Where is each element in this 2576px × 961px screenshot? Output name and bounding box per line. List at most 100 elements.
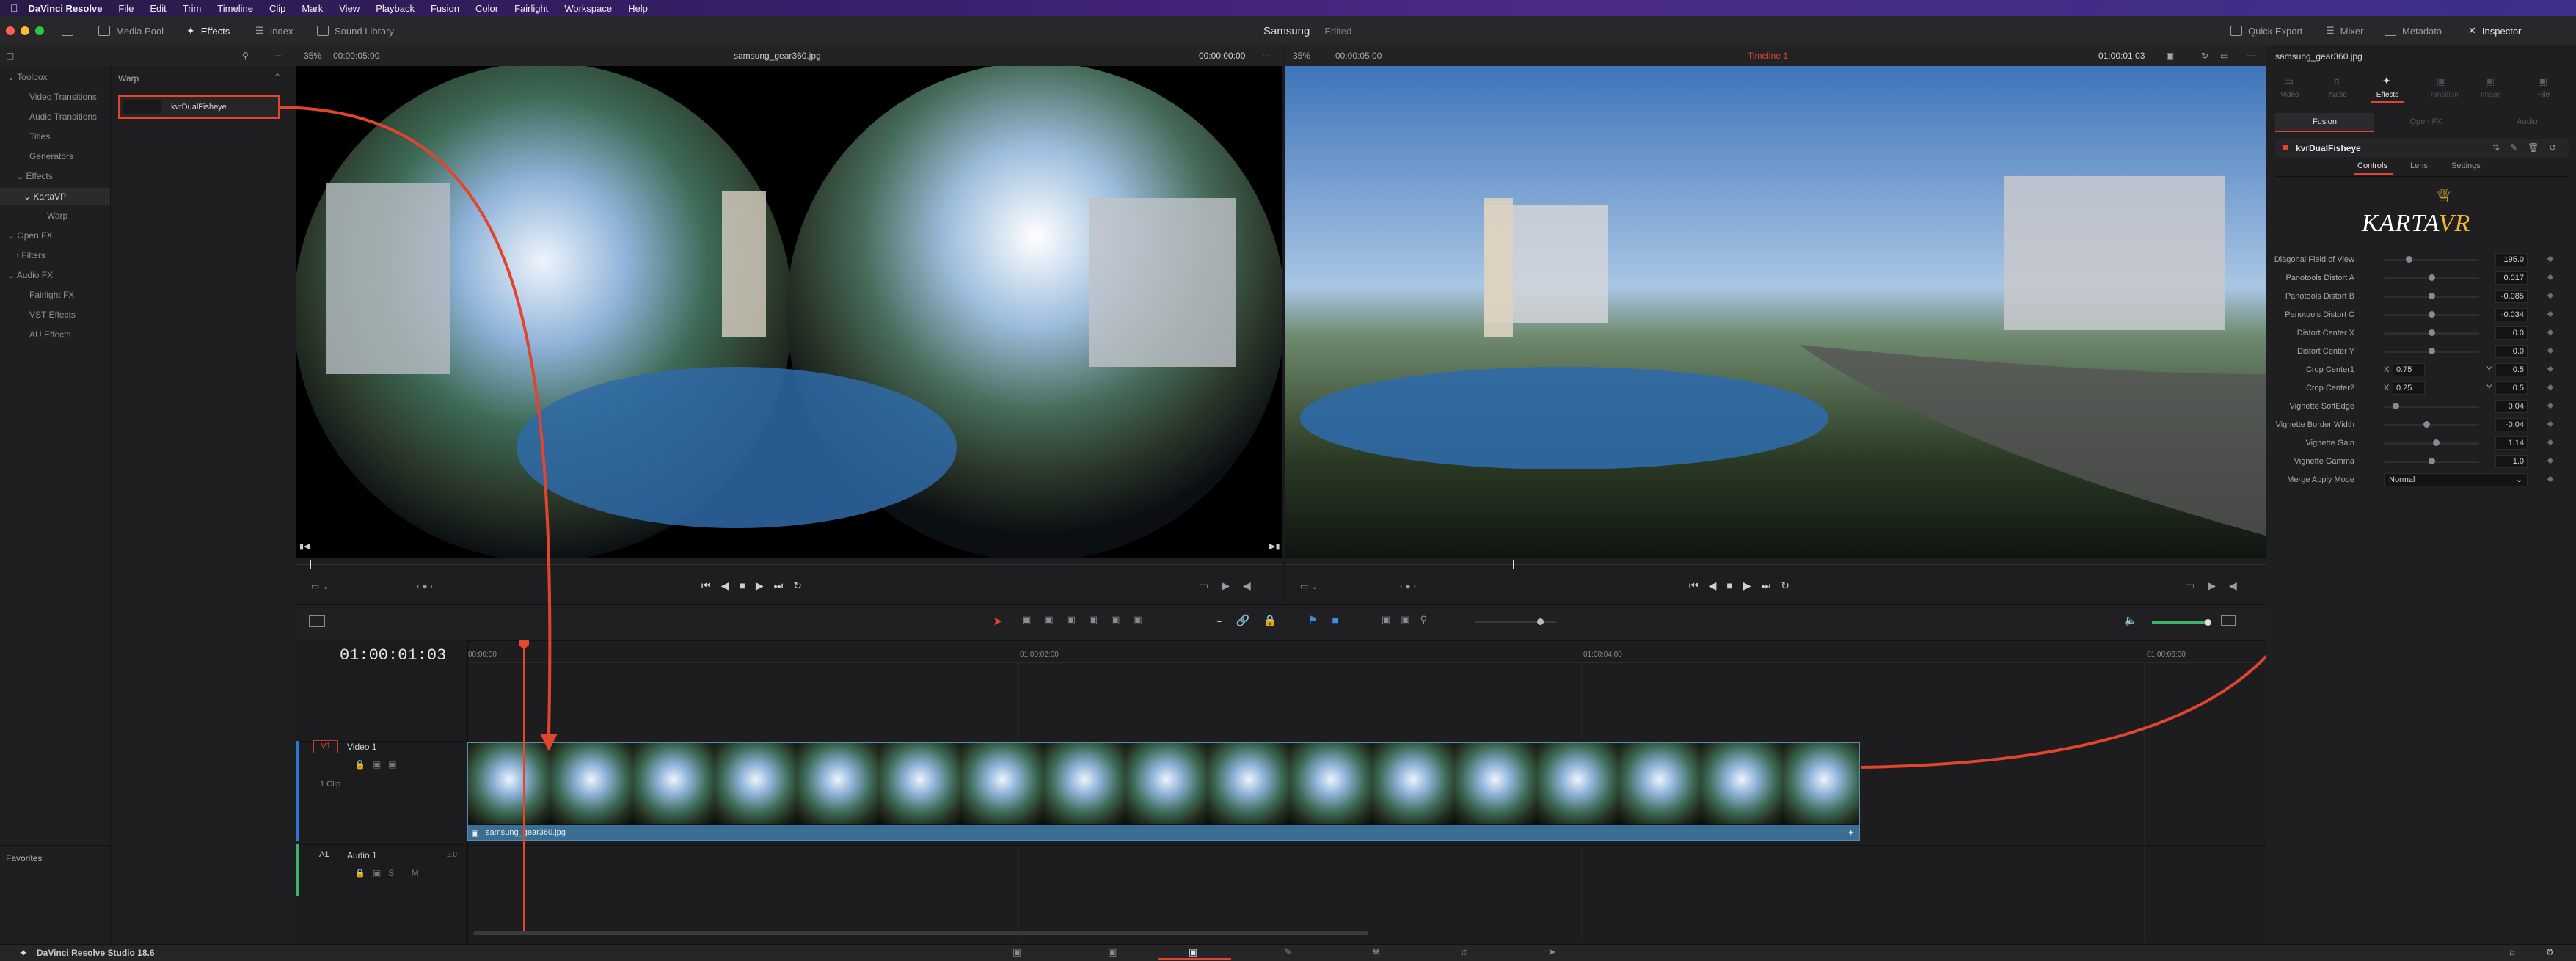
video-track-badge[interactable]: V1 [313, 740, 338, 753]
source-viewer[interactable]: ▮◀ ▶▮ [293, 62, 1285, 561]
timeline-view-options-button[interactable] [309, 615, 325, 627]
subtab-audio[interactable]: Audio [2478, 113, 2576, 131]
toolbox-item-audio-fx[interactable]: ⌄ Audio FX [0, 270, 110, 280]
param-value-field[interactable]: 1.0 [2495, 455, 2528, 468]
param-value-field[interactable]: -0.04 [2495, 418, 2528, 431]
keyframe-icon[interactable] [2547, 402, 2554, 409]
menu-playback[interactable]: Playback [376, 3, 415, 14]
viewer-layout-icon[interactable]: ▭ [2220, 51, 2228, 61]
toolbox-item-fairlight-fx[interactable]: Fairlight FX [0, 290, 110, 300]
param-slider-knob[interactable] [2433, 439, 2440, 446]
param-value-field[interactable]: 0.0 [2495, 326, 2528, 340]
timeline-video-clip[interactable]: ▣ samsung_gear360.jpg ✦ [467, 742, 1860, 841]
source-clip-name[interactable]: samsung_gear360.jpg [734, 51, 821, 61]
viewer-mode-icon[interactable]: ▣ [2166, 51, 2174, 61]
timeline-mark-controls[interactable]: ▭▶◀ [2185, 580, 2250, 592]
menu-file[interactable]: File [118, 3, 134, 14]
param-slider[interactable] [2384, 348, 2479, 354]
fusion-page-icon[interactable]: ✎ [1284, 946, 1292, 958]
zoom-slider-knob[interactable] [1537, 618, 1544, 625]
keyframe-icon[interactable] [2547, 255, 2554, 263]
selection-tool-icon[interactable]: ➤ [993, 614, 1002, 629]
y-value-field[interactable]: 0.5 [2495, 381, 2528, 395]
volume-slider[interactable] [2152, 619, 2211, 626]
timeline-ruler[interactable]: 00:00:00 01:00:02:00 01:00:04:00 01:00:0… [468, 640, 2266, 663]
keyframe-icon[interactable] [2547, 329, 2554, 336]
toolbox-item-kartavp[interactable]: ⌄ KartaVP [0, 188, 110, 205]
edit-page-icon[interactable]: ▣ [1189, 946, 1197, 958]
media-pool-button[interactable]: Media Pool [98, 16, 164, 45]
param-value-field[interactable]: 0.04 [2495, 400, 2528, 413]
toolbox-item-filters[interactable]: › Filters [0, 250, 110, 260]
keyframe-icon[interactable] [2547, 310, 2554, 318]
audio-track-badge[interactable]: A1 [319, 850, 329, 859]
apple-icon[interactable]:  [10, 2, 18, 14]
x-value-field[interactable]: 0.25 [2393, 381, 2425, 395]
param-slider-knob[interactable] [2423, 421, 2430, 428]
param-value-field[interactable]: 0.0 [2495, 345, 2528, 358]
settings-gear-icon[interactable]: ⚙ [2546, 947, 2554, 957]
menu-help[interactable]: Help [628, 3, 648, 14]
keyframe-icon[interactable] [2547, 475, 2554, 483]
param-slider-knob[interactable] [2429, 293, 2435, 299]
quick-export-button[interactable]: Quick Export [2230, 16, 2302, 45]
search-icon[interactable]: ⚲ [242, 51, 249, 61]
inspector-button[interactable]: ✕ Inspector [2468, 16, 2521, 45]
index-button[interactable]: ☰ Index [255, 16, 293, 45]
audio-track-toggles[interactable]: 🔒▣S M [354, 868, 426, 878]
keyframe-icon[interactable] [2547, 347, 2554, 354]
loop-icon[interactable]: ↻ [2201, 51, 2208, 61]
menu-fusion[interactable]: Fusion [431, 3, 459, 14]
param-slider[interactable] [2384, 439, 2479, 446]
timeline-scrub-handle[interactable] [1513, 560, 1514, 569]
first-frame-icon[interactable]: ▮◀ [299, 541, 310, 551]
param-slider[interactable] [2384, 311, 2479, 318]
timeline-view-options-icon[interactable]: ▭ ⌄ [1300, 581, 1318, 591]
menu-edit[interactable]: Edit [150, 3, 166, 14]
control-tab-controls[interactable]: Controls [2357, 161, 2387, 170]
workspace-layout-button[interactable] [62, 16, 73, 45]
param-value-field[interactable]: -0.085 [2495, 290, 2528, 303]
source-options-icon[interactable]: ⋯ [1262, 51, 1271, 61]
timeline-horizontal-scrollbar[interactable] [473, 931, 1368, 935]
menu-mark[interactable]: Mark [302, 3, 323, 14]
color-page-icon[interactable]: ❋ [1372, 946, 1380, 958]
param-slider[interactable] [2384, 403, 2479, 409]
param-slider-knob[interactable] [2406, 256, 2412, 263]
param-slider-knob[interactable] [2429, 329, 2435, 336]
video-track-toggles[interactable]: 🔒▣▣ [354, 759, 404, 770]
control-tab-lens[interactable]: Lens [2410, 161, 2428, 170]
close-window-button[interactable] [6, 26, 15, 35]
param-slider[interactable] [2384, 458, 2479, 464]
source-mark-controls[interactable]: ▭▶◀ [1199, 580, 1264, 592]
param-slider-knob[interactable] [2393, 403, 2399, 409]
toolbox-item-generators[interactable]: Generators [0, 151, 110, 161]
toolbox-item-warp[interactable]: Warp [0, 211, 110, 221]
menu-trim[interactable]: Trim [183, 3, 202, 14]
source-scrub-handle[interactable] [310, 560, 311, 569]
menu-timeline[interactable]: Timeline [217, 3, 253, 14]
mixer-button[interactable]: ☰ Mixer [2326, 16, 2363, 45]
effect-item-kvrdualfisheye[interactable]: kvrDualFisheye [118, 95, 280, 119]
metadata-button[interactable]: Metadata [2385, 16, 2442, 45]
audio-track-name[interactable]: Audio 1 [347, 850, 377, 860]
merge-mode-dropdown[interactable]: Normal ⌄ [2384, 473, 2528, 486]
subtab-fusion[interactable]: Fusion [2275, 113, 2374, 132]
menu-view[interactable]: View [339, 3, 360, 14]
menu-workspace[interactable]: Workspace [564, 3, 612, 14]
media-page-icon[interactable]: ▣ [1012, 946, 1021, 958]
source-view-options-icon[interactable]: ▭ ⌄ [311, 581, 329, 591]
tab-image[interactable]: Image [2475, 91, 2507, 99]
param-value-field[interactable]: 0.017 [2495, 271, 2528, 285]
effect-header-controls[interactable]: ⇅✎🗑↺ [2492, 142, 2566, 153]
fairlight-page-icon[interactable]: ♫ [1460, 946, 1467, 957]
timeline-transport-controls[interactable]: ⏮◀■▶⏭↻ [1689, 580, 1800, 592]
keyframe-icon[interactable] [2547, 274, 2554, 281]
source-zoom[interactable]: 35% [304, 51, 321, 61]
zoom-slider[interactable] [1475, 618, 1556, 625]
tab-audio[interactable]: Audio [2321, 91, 2354, 99]
deliver-page-icon[interactable]: ➤ [1548, 946, 1556, 958]
toolbox-item-open-fx[interactable]: ⌄ Open FX [0, 230, 110, 241]
flag-marker-icons[interactable]: ⚑■ [1308, 614, 1353, 626]
source-scrubber[interactable] [296, 558, 1282, 572]
